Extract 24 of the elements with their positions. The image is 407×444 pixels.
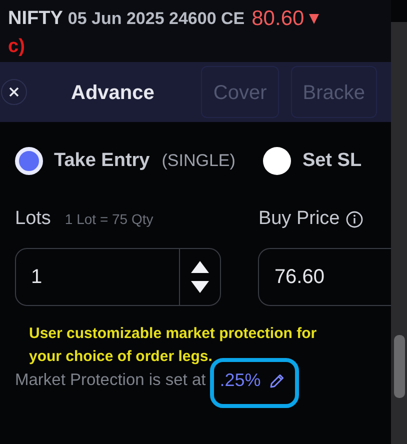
annotation-note: User customizable market protection for your choice of order legs. — [29, 324, 318, 367]
scrollbar[interactable] — [391, 22, 407, 444]
radio-button[interactable] — [15, 147, 43, 175]
radio-button[interactable] — [263, 147, 292, 175]
symbol: NIFTY — [8, 8, 63, 30]
lot-size-hint: 1 Lot = 75 Qty — [64, 211, 154, 227]
edit-icon[interactable] — [268, 372, 285, 388]
tab[interactable]: Advance — [70, 66, 156, 118]
field-label: Lots — [15, 208, 51, 230]
close-icon — [9, 87, 19, 97]
info-icon[interactable] — [346, 210, 363, 228]
option-label: Take Entry — [54, 150, 150, 172]
triangle-icon — [309, 14, 320, 24]
input-field[interactable]: 1 — [15, 248, 222, 306]
field-label: Buy Price — [258, 208, 340, 230]
option-note: (SINGLE) — [162, 151, 236, 171]
option-label: Set SL — [302, 150, 362, 172]
market-protection-value[interactable]: .25% — [220, 370, 261, 391]
price: 80.60 — [252, 7, 304, 31]
annotation-label: c) — [8, 36, 25, 58]
close-button[interactable] — [1, 79, 27, 105]
scrollbar-thumb[interactable] — [394, 335, 405, 398]
market-protection-label: Market Protection is set at — [15, 371, 206, 390]
contract-name: 05 Jun 2025 24600 CE — [68, 9, 245, 29]
